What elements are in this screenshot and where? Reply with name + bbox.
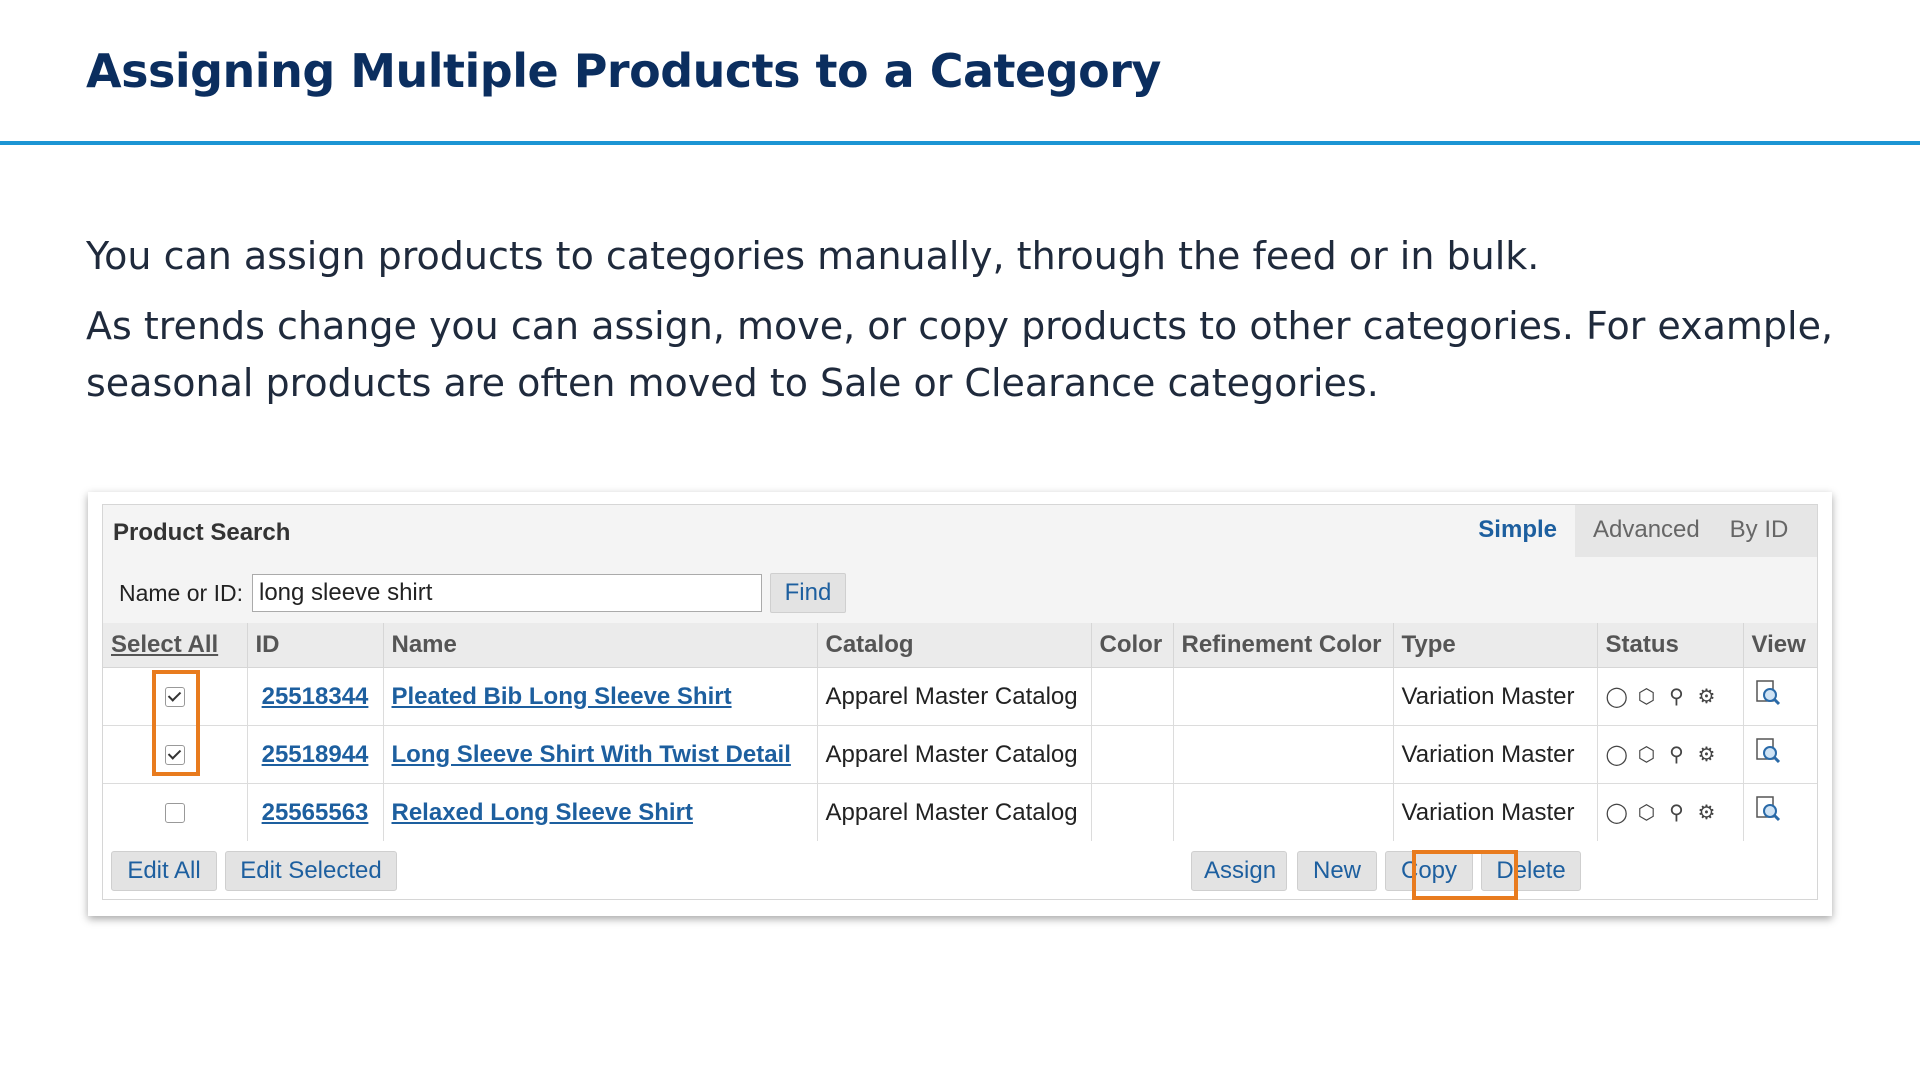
row-view	[1743, 783, 1817, 842]
row-select-cell	[103, 725, 248, 784]
header-name[interactable]: Name	[383, 623, 818, 668]
box-icon: ⬡	[1637, 686, 1656, 708]
header-color[interactable]: Color	[1091, 623, 1174, 668]
table-header-row: Select All ID Name Catalog Color Refinem…	[103, 623, 1817, 668]
product-name-link[interactable]: Long Sleeve Shirt With Twist Detail	[392, 741, 791, 768]
row-refinement-color	[1173, 783, 1394, 842]
row-select-cell	[103, 783, 248, 842]
row-status: ◯ ⬡ ⚲ ⚙	[1597, 667, 1744, 726]
row-type: Variation Master	[1393, 725, 1598, 784]
header-refinement-color[interactable]: Refinement Color	[1173, 623, 1394, 668]
row-select-cell	[103, 667, 248, 726]
view-details-icon[interactable]	[1752, 736, 1782, 766]
find-button[interactable]: Find	[769, 573, 846, 613]
table-row: 25565563 Relaxed Long Sleeve Shirt Appar…	[103, 783, 1817, 842]
name-or-id-label: Name or ID:	[119, 579, 243, 606]
online-status-icon: ◯	[1605, 802, 1628, 824]
product-search-screenshot: Product Search Simple Advanced By ID Nam…	[88, 492, 1832, 916]
product-name-link[interactable]: Relaxed Long Sleeve Shirt	[392, 799, 693, 826]
assign-button[interactable]: Assign	[1191, 851, 1287, 891]
paragraph-2: As trends change you can assign, move, o…	[86, 304, 1834, 405]
row-refinement-color	[1173, 725, 1394, 784]
edit-selected-button[interactable]: Edit Selected	[225, 851, 397, 891]
row-name-cell: Relaxed Long Sleeve Shirt	[383, 783, 818, 842]
search-status-icon: ⚲	[1669, 686, 1684, 708]
row-id-cell: 25565563	[247, 783, 384, 842]
product-id-link[interactable]: 25518944	[262, 741, 369, 768]
category-assignment-icon: ⚙	[1697, 744, 1716, 766]
product-search-panel: Product Search Simple Advanced By ID Nam…	[102, 504, 1818, 900]
online-status-icon: ◯	[1605, 686, 1628, 708]
tab-advanced[interactable]: Advanced	[1575, 505, 1701, 557]
online-status-icon: ◯	[1605, 744, 1628, 766]
box-icon: ⬡	[1637, 802, 1656, 824]
row-color	[1091, 667, 1174, 726]
row-catalog: Apparel Master Catalog	[817, 667, 1092, 726]
row-id-cell: 25518344	[247, 667, 384, 726]
row-type: Variation Master	[1393, 667, 1598, 726]
product-name-link[interactable]: Pleated Bib Long Sleeve Shirt	[392, 683, 732, 710]
row-checkbox[interactable]	[164, 687, 185, 708]
row-view	[1743, 667, 1817, 726]
slide-body: You can assign products to categories ma…	[86, 228, 1846, 425]
category-assignment-icon: ⚙	[1697, 802, 1716, 824]
row-id-cell: 25518944	[247, 725, 384, 784]
slide-title: Assigning Multiple Products to a Categor…	[86, 44, 1161, 98]
row-color	[1091, 783, 1174, 842]
edit-all-button[interactable]: Edit All	[111, 851, 217, 891]
action-bar: Edit All Edit Selected Assign New Copy D…	[103, 841, 1817, 899]
search-status-icon: ⚲	[1669, 802, 1684, 824]
row-view	[1743, 725, 1817, 784]
product-id-link[interactable]: 25518344	[262, 683, 369, 710]
box-icon: ⬡	[1637, 744, 1656, 766]
row-name-cell: Pleated Bib Long Sleeve Shirt	[383, 667, 818, 726]
name-or-id-input[interactable]	[251, 574, 762, 612]
title-divider	[0, 141, 1920, 145]
row-catalog: Apparel Master Catalog	[817, 783, 1092, 842]
category-assignment-icon: ⚙	[1697, 686, 1716, 708]
copy-button[interactable]: Copy	[1385, 851, 1473, 891]
header-status: Status	[1597, 623, 1744, 668]
view-details-icon[interactable]	[1752, 794, 1782, 824]
view-details-icon[interactable]	[1752, 678, 1782, 708]
table-row: 25518944 Long Sleeve Shirt With Twist De…	[103, 725, 1817, 784]
select-all-link[interactable]: Select All	[103, 623, 248, 668]
search-status-icon: ⚲	[1669, 744, 1684, 766]
row-status: ◯ ⬡ ⚲ ⚙	[1597, 783, 1744, 842]
delete-button[interactable]: Delete	[1481, 851, 1581, 891]
search-row: Name or ID: Find	[119, 573, 846, 613]
header-id[interactable]: ID	[247, 623, 384, 668]
tab-simple[interactable]: Simple	[1460, 505, 1575, 557]
row-color	[1091, 725, 1174, 784]
row-catalog: Apparel Master Catalog	[817, 725, 1092, 784]
search-mode-tabs: Simple Advanced By ID	[1460, 505, 1817, 557]
product-id-link[interactable]: 25565563	[262, 799, 369, 826]
row-checkbox[interactable]	[164, 745, 185, 766]
row-status: ◯ ⬡ ⚲ ⚙	[1597, 725, 1744, 784]
header-type[interactable]: Type	[1393, 623, 1598, 668]
row-name-cell: Long Sleeve Shirt With Twist Detail	[383, 725, 818, 784]
header-catalog[interactable]: Catalog	[817, 623, 1092, 668]
table-row: 25518344 Pleated Bib Long Sleeve Shirt A…	[103, 667, 1817, 726]
paragraph-1: You can assign products to categories ma…	[86, 234, 1540, 278]
tab-by-id[interactable]: By ID	[1701, 505, 1817, 557]
product-results-table: Select All ID Name Catalog Color Refinem…	[103, 623, 1817, 842]
panel-title: Product Search	[113, 519, 291, 546]
row-refinement-color	[1173, 667, 1394, 726]
header-view: View	[1743, 623, 1817, 668]
new-button[interactable]: New	[1297, 851, 1377, 891]
row-checkbox[interactable]	[164, 803, 185, 824]
row-type: Variation Master	[1393, 783, 1598, 842]
